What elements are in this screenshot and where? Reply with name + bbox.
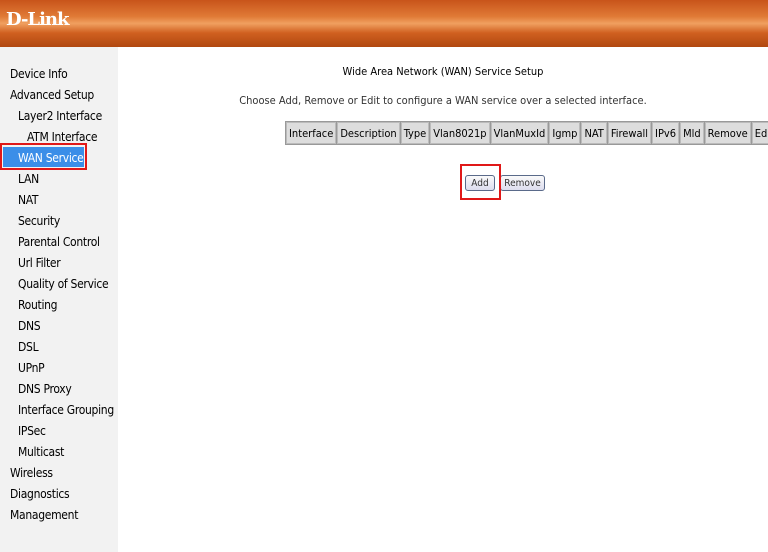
sidebar-item-advanced-setup[interactable]: Advanced Setup — [10, 88, 94, 102]
sidebar-item-upnp[interactable]: UPnP — [18, 361, 45, 375]
column-header-firewall: Firewall — [607, 122, 652, 144]
sidebar-item-dsl[interactable]: DSL — [18, 340, 39, 354]
dlink-logo: D-Link — [6, 9, 69, 30]
remove-button[interactable]: Remove — [500, 175, 545, 191]
column-header-type: Type — [400, 122, 430, 144]
column-header-nat: NAT — [581, 122, 607, 144]
column-header-description: Description — [337, 122, 400, 144]
column-header-vlan8021p: Vlan8021p — [430, 122, 490, 144]
column-header-edit: Edit — [751, 122, 768, 144]
column-header-igmp: Igmp — [549, 122, 581, 144]
sidebar-item-url-filter[interactable]: Url Filter — [18, 256, 61, 270]
sidebar-item-interface-grouping[interactable]: Interface Grouping — [18, 403, 114, 417]
sidebar-item-atm-interface[interactable]: ATM Interface — [27, 130, 98, 144]
sidebar-item-dns-proxy[interactable]: DNS Proxy — [18, 382, 72, 396]
column-header-interface: Interface — [286, 122, 337, 144]
sidebar-item-quality-of-service[interactable]: Quality of Service — [18, 277, 109, 291]
column-header-mld: Mld — [680, 122, 704, 144]
page-title: Wide Area Network (WAN) Service Setup — [342, 65, 544, 78]
sidebar-item-layer2-interface[interactable]: Layer2 Interface — [18, 109, 102, 123]
sidebar-item-multicast[interactable]: Multicast — [18, 445, 64, 459]
sidebar-item-device-info[interactable]: Device Info — [10, 67, 68, 81]
sidebar-item-wireless[interactable]: Wireless — [10, 466, 53, 480]
column-header-vlanmuxid: VlanMuxId — [490, 122, 549, 144]
page-description: Choose Add, Remove or Edit to configure … — [239, 94, 647, 107]
sidebar-item-ipsec[interactable]: IPSec — [18, 424, 46, 438]
column-header-ipv6: IPv6 — [652, 122, 680, 144]
sidebar-item-parental-control[interactable]: Parental Control — [18, 235, 100, 249]
sidebar-item-security[interactable]: Security — [18, 214, 60, 228]
column-header-remove: Remove — [704, 122, 751, 144]
sidebar-item-nat[interactable]: NAT — [18, 193, 39, 207]
sidebar-item-diagnostics[interactable]: Diagnostics — [10, 487, 70, 501]
annotation-box-add — [460, 164, 501, 200]
wan-service-table: Interface Description Type Vlan8021p VlanMux… — [285, 121, 768, 145]
sidebar-item-management[interactable]: Management — [10, 508, 78, 522]
sidebar-item-routing[interactable]: Routing — [18, 298, 58, 312]
sidebar-item-lan[interactable]: LAN — [18, 172, 39, 186]
header-banner: D-Link — [0, 0, 768, 47]
annotation-box-wan-service — [0, 143, 87, 170]
sidebar-item-dns[interactable]: DNS — [18, 319, 41, 333]
